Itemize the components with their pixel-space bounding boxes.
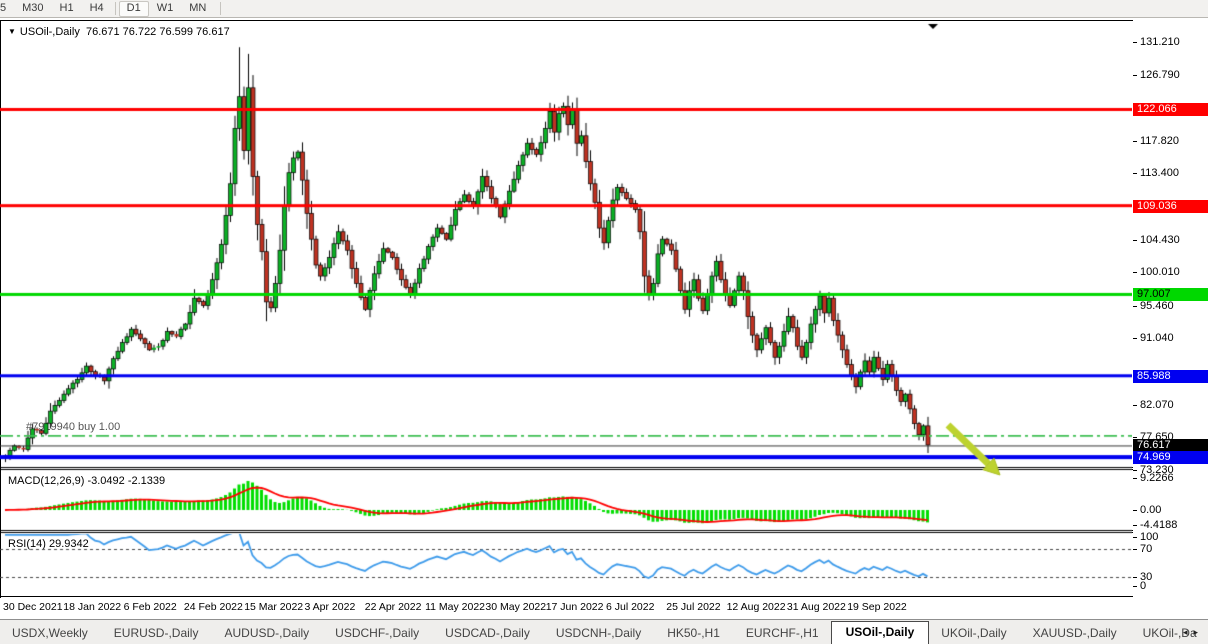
axis-tick bbox=[1133, 173, 1137, 174]
rsi-scale-70: 70 bbox=[1140, 543, 1152, 556]
date-label: 6 Jul 2022 bbox=[606, 601, 654, 613]
axis-tick bbox=[1133, 338, 1137, 339]
date-label: 11 May 2022 bbox=[425, 601, 485, 613]
price-label-117.820: 117.820 bbox=[1140, 135, 1179, 148]
price-label-74.969: 74.969 bbox=[1133, 451, 1208, 464]
date-label: 3 Apr 2022 bbox=[305, 601, 356, 613]
tab-xauusd-daily[interactable]: XAUUSD-,Daily bbox=[1021, 623, 1129, 644]
date-label: 19 Sep 2022 bbox=[847, 601, 907, 613]
axis-tick bbox=[1133, 510, 1137, 511]
price-label-100.010: 100.010 bbox=[1140, 266, 1180, 279]
axis-tick bbox=[1133, 306, 1137, 307]
price-label-82.070: 82.070 bbox=[1140, 399, 1174, 412]
price-label-109.036: 109.036 bbox=[1133, 200, 1208, 213]
date-label: 15 Mar 2022 bbox=[244, 601, 303, 613]
date-label: 31 Aug 2022 bbox=[787, 601, 846, 613]
date-label: 12 Aug 2022 bbox=[727, 601, 786, 613]
timeframe-button-d1[interactable]: D1 bbox=[119, 1, 149, 17]
date-label: 30 Dec 2021 bbox=[3, 601, 63, 613]
axis-tick bbox=[1133, 549, 1137, 550]
tab-usdcad-daily[interactable]: USDCAD-,Daily bbox=[433, 623, 542, 644]
price-label-122.066: 122.066 bbox=[1133, 103, 1208, 116]
rsi-scale-0: 0 bbox=[1140, 580, 1146, 593]
timeframe-button-h1[interactable]: H1 bbox=[52, 1, 82, 17]
axis-tick bbox=[1133, 42, 1137, 43]
date-axis[interactable]: 30 Dec 202118 Jan 20226 Feb 2022 24 Feb 2… bbox=[0, 598, 1208, 618]
axis-tick bbox=[1133, 525, 1137, 526]
timeframe-button-mn[interactable]: MN bbox=[181, 1, 214, 17]
date-label: 24 Feb 2022 bbox=[184, 601, 243, 613]
axis-tick bbox=[1133, 577, 1137, 578]
price-label-91.040: 91.040 bbox=[1140, 332, 1174, 345]
axis-tick bbox=[1133, 586, 1137, 587]
tab-scroll-arrows[interactable]: ◂▸ bbox=[1183, 627, 1204, 638]
axis-tick bbox=[1133, 478, 1137, 479]
date-label: 22 Apr 2022 bbox=[365, 601, 422, 613]
tab-usdchf-daily[interactable]: USDCHF-,Daily bbox=[323, 623, 431, 644]
axis-tick bbox=[1133, 141, 1137, 142]
toolbar-separator bbox=[115, 2, 116, 15]
chart-tab-bar: USDX,WeeklyEURUSD-,DailyAUDUSD-,DailyUSD… bbox=[0, 619, 1208, 644]
tab-eurchf-h1[interactable]: EURCHF-,H1 bbox=[734, 623, 831, 644]
date-label: 6 Feb 2022 bbox=[124, 601, 177, 613]
axis-tick bbox=[1133, 405, 1137, 406]
tab-usdcnh-daily[interactable]: USDCNH-,Daily bbox=[544, 623, 653, 644]
macd-scale-0.00: 0.00 bbox=[1140, 504, 1161, 517]
timeframe-button-m30[interactable]: M30 bbox=[14, 1, 51, 17]
axis-tick bbox=[1133, 470, 1137, 471]
price-axis[interactable]: 131.210 126.790 122.066 117.820 113.400 109.0… bbox=[1133, 18, 1208, 598]
timeframe-button-5[interactable]: 5 bbox=[0, 1, 14, 17]
tab-scroll-left-icon[interactable]: ◂ bbox=[1183, 627, 1194, 637]
timeframe-button-w1[interactable]: W1 bbox=[149, 1, 182, 17]
axis-tick bbox=[1133, 272, 1137, 273]
date-label: 30 May 2022 bbox=[485, 601, 546, 613]
macd-scale-9.2266: 9.2266 bbox=[1140, 472, 1174, 485]
tab-usdx-weekly[interactable]: USDX,Weekly bbox=[0, 623, 100, 644]
price-label-131.210: 131.210 bbox=[1140, 36, 1180, 49]
price-label-85.988: 85.988 bbox=[1133, 370, 1208, 383]
tab-ukoil-daily[interactable]: UKOil-,Daily bbox=[929, 623, 1018, 644]
tab-audusd-daily[interactable]: AUDUSD-,Daily bbox=[212, 623, 321, 644]
timeframe-button-h4[interactable]: H4 bbox=[82, 1, 112, 17]
tab-usoil-daily[interactable]: USOil-,Daily bbox=[831, 621, 930, 644]
timeframe-toolbar: 5M30H1H4 D1W1MN bbox=[0, 0, 1208, 18]
price-label-95.460: 95.460 bbox=[1140, 300, 1174, 313]
price-chart-canvas[interactable] bbox=[0, 18, 1132, 598]
date-label: 25 Jul 2022 bbox=[666, 601, 720, 613]
axis-tick bbox=[1133, 75, 1137, 76]
price-label-126.790: 126.790 bbox=[1140, 69, 1180, 82]
date-label: 17 Jun 2022 bbox=[546, 601, 604, 613]
tab-eurusd-daily[interactable]: EURUSD-,Daily bbox=[102, 623, 211, 644]
price-label-76.617: 76.617 bbox=[1133, 439, 1208, 452]
tab-scroll-right-icon[interactable]: ▸ bbox=[1193, 627, 1204, 637]
price-label-104.430: 104.430 bbox=[1140, 234, 1180, 247]
axis-tick bbox=[1133, 537, 1137, 538]
tab-hk50-h1[interactable]: HK50-,H1 bbox=[655, 623, 732, 644]
chart-window: ▼USOil-,Daily 76.671 76.722 76.599 76.61… bbox=[0, 18, 1208, 619]
price-label-113.400: 113.400 bbox=[1140, 167, 1179, 180]
toolbar-separator bbox=[220, 2, 221, 15]
date-label: 18 Jan 2022 bbox=[63, 601, 121, 613]
axis-tick bbox=[1133, 240, 1137, 241]
